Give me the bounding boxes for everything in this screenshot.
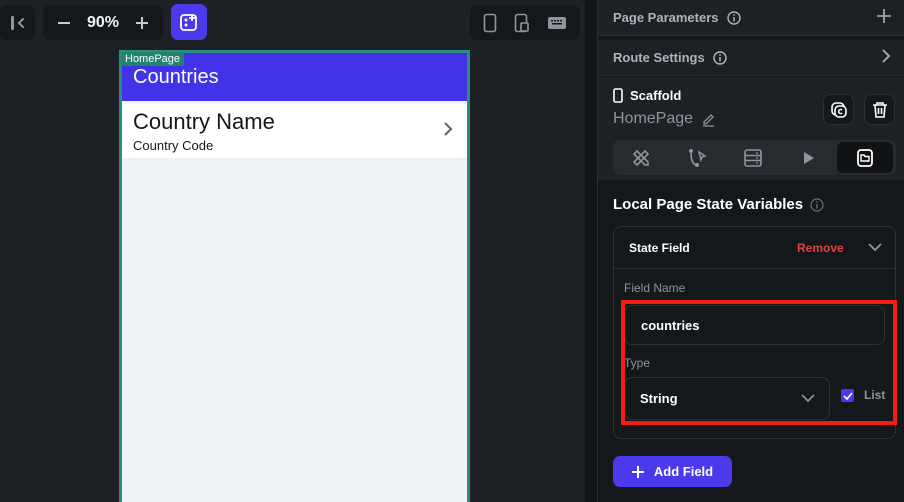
zoom-in-button[interactable]	[131, 12, 153, 34]
plus-icon	[631, 465, 644, 478]
keyboard-toggle-button[interactable]	[547, 16, 567, 30]
page-name: HomePage	[613, 110, 694, 127]
info-icon[interactable]	[726, 10, 741, 25]
tablet-icon	[514, 13, 529, 32]
actions-flow-icon	[689, 148, 707, 167]
scaffold-section: Scaffold HomePage	[598, 77, 904, 180]
page-tag: HomePage	[121, 52, 185, 66]
list-tile-subtitle: Country Code	[133, 138, 214, 153]
phone-icon	[483, 13, 496, 32]
plus-icon	[136, 16, 148, 29]
collapse-panel-button[interactable]	[0, 5, 35, 40]
tab-run[interactable]	[781, 142, 837, 173]
scaffold-name: HomePage	[613, 110, 716, 128]
field-name-value: countries	[641, 317, 700, 333]
list-tile-title: Country Name	[133, 109, 275, 134]
phone-view-button[interactable]	[483, 13, 497, 33]
plus-icon[interactable]	[876, 8, 892, 24]
tablet-view-button[interactable]	[514, 13, 530, 33]
add-field-button[interactable]: Add Field	[613, 456, 732, 487]
list-tile[interactable]: Country Name Country Code	[122, 104, 467, 158]
type-label: Type	[624, 356, 651, 370]
state-field-card: State Field Remove Field Name countries …	[613, 226, 896, 439]
chevron-right-icon	[444, 122, 453, 136]
edit-icon[interactable]	[701, 112, 716, 127]
info-icon[interactable]	[713, 50, 727, 65]
page-state-icon	[857, 148, 873, 167]
scaffold-type: Scaffold	[613, 88, 681, 103]
page-parameters-label: Page Parameters	[613, 10, 719, 25]
trash-icon	[872, 101, 887, 118]
backend-query-icon	[744, 148, 762, 167]
chevron-down-icon	[801, 394, 815, 403]
phone-icon	[613, 88, 623, 103]
collapse-left-icon	[10, 15, 24, 30]
add-field-label: Add Field	[653, 464, 714, 479]
properties-panel: Page Parameters Route Settings Scaffold …	[598, 0, 904, 502]
page-parameters-row[interactable]: Page Parameters	[598, 0, 904, 36]
delete-page-button[interactable]	[864, 94, 895, 125]
state-field-title: State Field	[629, 241, 690, 255]
zoom-out-button[interactable]	[53, 12, 75, 34]
keyboard-icon	[548, 16, 567, 29]
add-widget-icon	[180, 14, 197, 31]
minus-icon	[58, 21, 70, 24]
list-checkbox-label: List	[864, 388, 886, 402]
zoom-control: 90%	[43, 5, 163, 40]
type-dropdown[interactable]: String	[624, 377, 830, 420]
local-state-heading: Local Page State Variables	[613, 196, 824, 213]
duplicate-page-button[interactable]	[823, 94, 854, 125]
play-icon	[804, 151, 814, 164]
route-settings-label: Route Settings	[613, 50, 705, 65]
flutterflow-editor: 90% HomePage Countries Country Name Coun…	[0, 0, 904, 502]
info-icon[interactable]	[810, 197, 824, 212]
design-tools-icon	[632, 149, 650, 166]
route-settings-row[interactable]: Route Settings	[598, 40, 904, 76]
properties-tabs	[613, 140, 896, 175]
duplicate-icon	[830, 101, 847, 118]
tab-backend-query[interactable]	[725, 142, 781, 173]
list-checkbox[interactable]	[841, 389, 854, 402]
tab-actions[interactable]	[669, 142, 725, 173]
chevron-right-icon[interactable]	[880, 48, 892, 64]
type-value: String	[640, 391, 678, 406]
phone-preview[interactable]: HomePage Countries Country Name Country …	[119, 50, 470, 502]
field-name-input[interactable]: countries	[624, 305, 885, 345]
panel-divider[interactable]	[585, 0, 597, 502]
chevron-down-icon[interactable]	[867, 241, 883, 253]
zoom-level: 90%	[86, 13, 120, 31]
state-field-header[interactable]: State Field Remove	[614, 227, 895, 269]
checkmark-icon	[842, 391, 853, 400]
field-name-label: Field Name	[624, 281, 686, 295]
add-widget-button[interactable]	[171, 4, 207, 40]
remove-button[interactable]: Remove	[797, 241, 844, 255]
tab-properties[interactable]	[613, 142, 669, 173]
device-selector	[470, 5, 580, 40]
canvas-area: 90% HomePage Countries Country Name Coun…	[0, 0, 585, 502]
local-state-title: Local Page State Variables	[613, 196, 804, 213]
scaffold-type-label: Scaffold	[630, 88, 682, 103]
tab-page-state[interactable]	[837, 142, 893, 173]
app-bar-title: Countries	[133, 66, 219, 88]
